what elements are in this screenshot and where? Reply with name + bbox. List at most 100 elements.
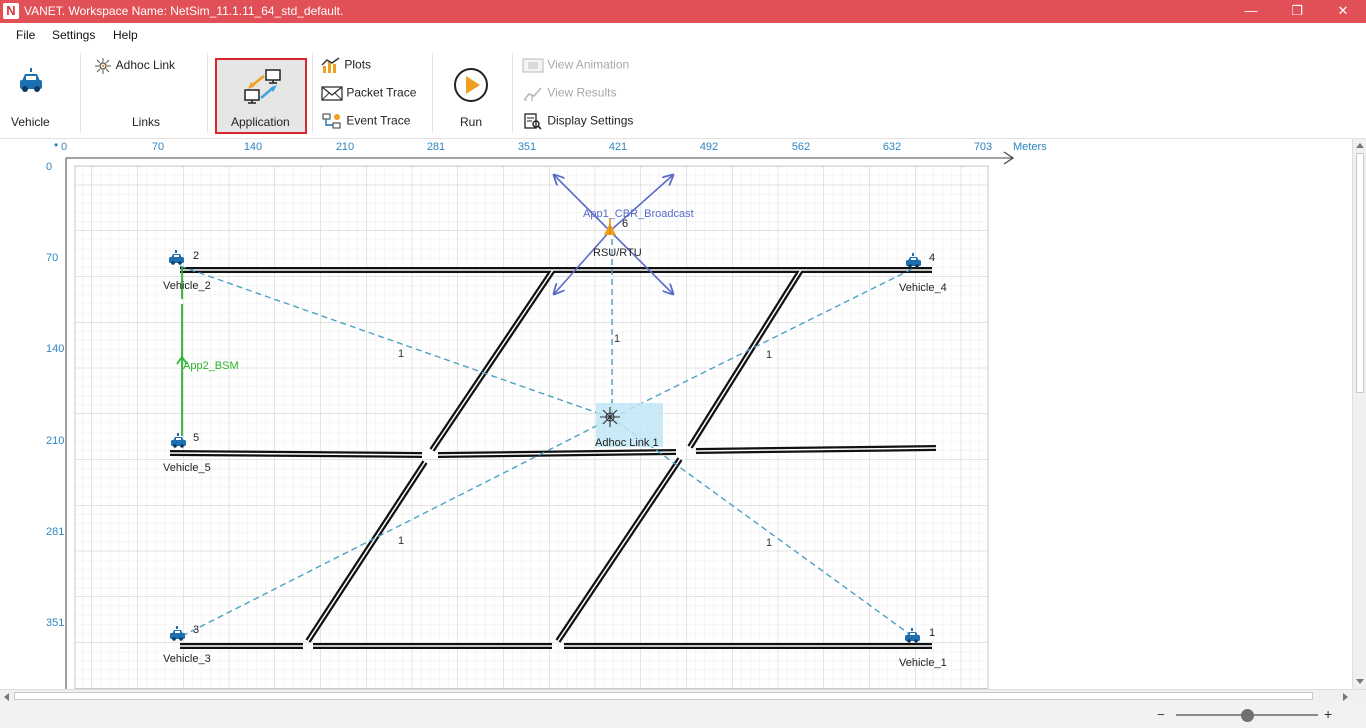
display-settings-icon bbox=[524, 113, 542, 130]
vehicle-label: Vehicle bbox=[11, 115, 50, 129]
menu-file[interactable]: File bbox=[16, 28, 35, 42]
scroll-right-icon[interactable] bbox=[1343, 693, 1349, 701]
x-tick: 632 bbox=[883, 141, 901, 153]
menu-settings[interactable]: Settings bbox=[52, 28, 95, 42]
y-tick: 351 bbox=[46, 617, 64, 629]
event-trace-icon bbox=[322, 113, 341, 129]
scroll-up-icon[interactable] bbox=[1356, 142, 1364, 148]
vehicle-id: 5 bbox=[193, 432, 199, 444]
results-icon bbox=[523, 87, 542, 101]
application-button[interactable]: Application bbox=[215, 58, 307, 134]
rsu-label: RSU/RTU bbox=[593, 247, 642, 259]
ribbon-toolbar: Vehicle Adhoc Link Links Application Plo… bbox=[0, 47, 1366, 139]
rsu-id: 6 bbox=[622, 218, 628, 230]
vertical-scrollbar[interactable] bbox=[1352, 139, 1366, 689]
ribbon-separator bbox=[207, 53, 208, 133]
menu-help[interactable]: Help bbox=[113, 28, 138, 42]
y-tick: 0 bbox=[46, 161, 52, 173]
x-axis-origin-dot: • bbox=[54, 139, 58, 152]
vehicle-button[interactable]: Vehicle bbox=[4, 55, 58, 131]
vehicle-id: 2 bbox=[193, 250, 199, 262]
application-icon bbox=[244, 69, 281, 104]
x-tick: 562 bbox=[792, 141, 810, 153]
vehicle-id: 1 bbox=[929, 627, 935, 639]
horizontal-scroll-thumb[interactable] bbox=[14, 692, 1313, 700]
horizontal-scrollbar[interactable] bbox=[0, 689, 1366, 702]
x-tick: 703 bbox=[974, 141, 992, 153]
canvas-svg: • 0 70 140 210 281 351 421 492 562 632 7… bbox=[46, 138, 1047, 690]
x-tick: 492 bbox=[700, 141, 718, 153]
run-button[interactable]: Run bbox=[444, 55, 500, 131]
grid bbox=[74, 165, 989, 690]
netsim-logo-icon: N bbox=[3, 3, 19, 19]
scroll-left-icon[interactable] bbox=[3, 693, 9, 701]
packet-trace-button[interactable]: Packet Trace bbox=[321, 85, 416, 102]
ribbon-separator bbox=[512, 53, 513, 133]
ribbon-separator bbox=[80, 53, 81, 133]
vehicle-label: Vehicle_2 bbox=[163, 280, 211, 292]
network-canvas[interactable]: • 0 70 140 210 281 351 421 492 562 632 7… bbox=[0, 138, 1366, 690]
plots-icon bbox=[321, 57, 340, 73]
event-trace-button[interactable]: Event Trace bbox=[321, 113, 410, 130]
application-label: Application bbox=[231, 115, 290, 129]
play-icon bbox=[454, 68, 488, 102]
view-results-label: View Results bbox=[547, 85, 617, 100]
link-weight: 1 bbox=[398, 348, 404, 360]
y-tick: 281 bbox=[46, 526, 64, 538]
run-label: Run bbox=[460, 115, 483, 129]
link-weight: 1 bbox=[614, 333, 620, 345]
vehicle-label: Vehicle_5 bbox=[163, 462, 211, 474]
adhoc-link-label: Adhoc Link 1 bbox=[595, 437, 659, 449]
x-tick: 70 bbox=[152, 141, 164, 153]
x-tick: 0 bbox=[61, 141, 67, 153]
adhoc-link-label: Adhoc Link bbox=[115, 58, 176, 73]
display-settings-label: Display Settings bbox=[547, 113, 634, 128]
app2-label: App2_BSM bbox=[183, 360, 239, 372]
scroll-down-icon[interactable] bbox=[1356, 679, 1364, 685]
minimize-button[interactable]: — bbox=[1228, 0, 1274, 23]
y-tick: 140 bbox=[46, 343, 64, 355]
packet-trace-label: Packet Trace bbox=[346, 85, 417, 100]
zoom-slider-thumb[interactable] bbox=[1240, 709, 1254, 722]
plots-label: Plots bbox=[344, 57, 372, 72]
status-bar: − + bbox=[0, 702, 1366, 728]
adhoc-link-button[interactable]: Adhoc Link bbox=[93, 57, 175, 75]
zoom-out-button[interactable]: − bbox=[1157, 707, 1165, 722]
view-animation-button[interactable]: View Animation bbox=[522, 57, 629, 74]
event-trace-label: Event Trace bbox=[346, 113, 411, 128]
link-weight: 1 bbox=[766, 349, 772, 361]
link-weight: 1 bbox=[766, 537, 772, 549]
plots-button[interactable]: Plots bbox=[321, 57, 371, 74]
y-tick: 210 bbox=[46, 435, 64, 447]
x-axis-unit: Meters bbox=[1013, 141, 1047, 153]
x-tick: 421 bbox=[609, 141, 627, 153]
adhoc-link-node[interactable]: Adhoc Link 1 bbox=[595, 403, 663, 449]
ribbon-separator bbox=[432, 53, 433, 133]
title-bar: N VANET. Workspace Name: NetSim_11.1.11_… bbox=[0, 0, 1366, 23]
adhoc-link-icon bbox=[95, 58, 111, 74]
car-icon bbox=[20, 68, 42, 92]
packet-trace-icon bbox=[321, 86, 343, 101]
x-tick: 140 bbox=[244, 141, 262, 153]
x-tick: 351 bbox=[518, 141, 536, 153]
restore-button[interactable]: ❐ bbox=[1274, 0, 1320, 23]
animation-icon bbox=[522, 58, 544, 73]
x-tick: 210 bbox=[336, 141, 354, 153]
view-animation-label: View Animation bbox=[547, 57, 630, 72]
link-weight: 1 bbox=[398, 535, 404, 547]
display-settings-button[interactable]: Display Settings bbox=[522, 113, 633, 130]
window-title: VANET. Workspace Name: NetSim_11.1.11_64… bbox=[24, 4, 344, 18]
vertical-scroll-thumb[interactable] bbox=[1356, 153, 1364, 393]
vehicle-id: 4 bbox=[929, 252, 935, 264]
close-button[interactable]: ✕ bbox=[1320, 0, 1366, 23]
app1-label: App1_CBR_Broadcast bbox=[583, 208, 694, 220]
view-results-button[interactable]: View Results bbox=[522, 85, 616, 102]
vehicle-label: Vehicle_3 bbox=[163, 653, 211, 665]
links-group-label: Links bbox=[132, 115, 161, 129]
vehicle-label: Vehicle_4 bbox=[899, 282, 947, 294]
y-tick: 70 bbox=[46, 252, 58, 264]
vehicle-id: 3 bbox=[193, 624, 199, 636]
zoom-in-button[interactable]: + bbox=[1324, 706, 1332, 722]
x-tick: 281 bbox=[427, 141, 445, 153]
vehicle-label: Vehicle_1 bbox=[899, 657, 947, 669]
